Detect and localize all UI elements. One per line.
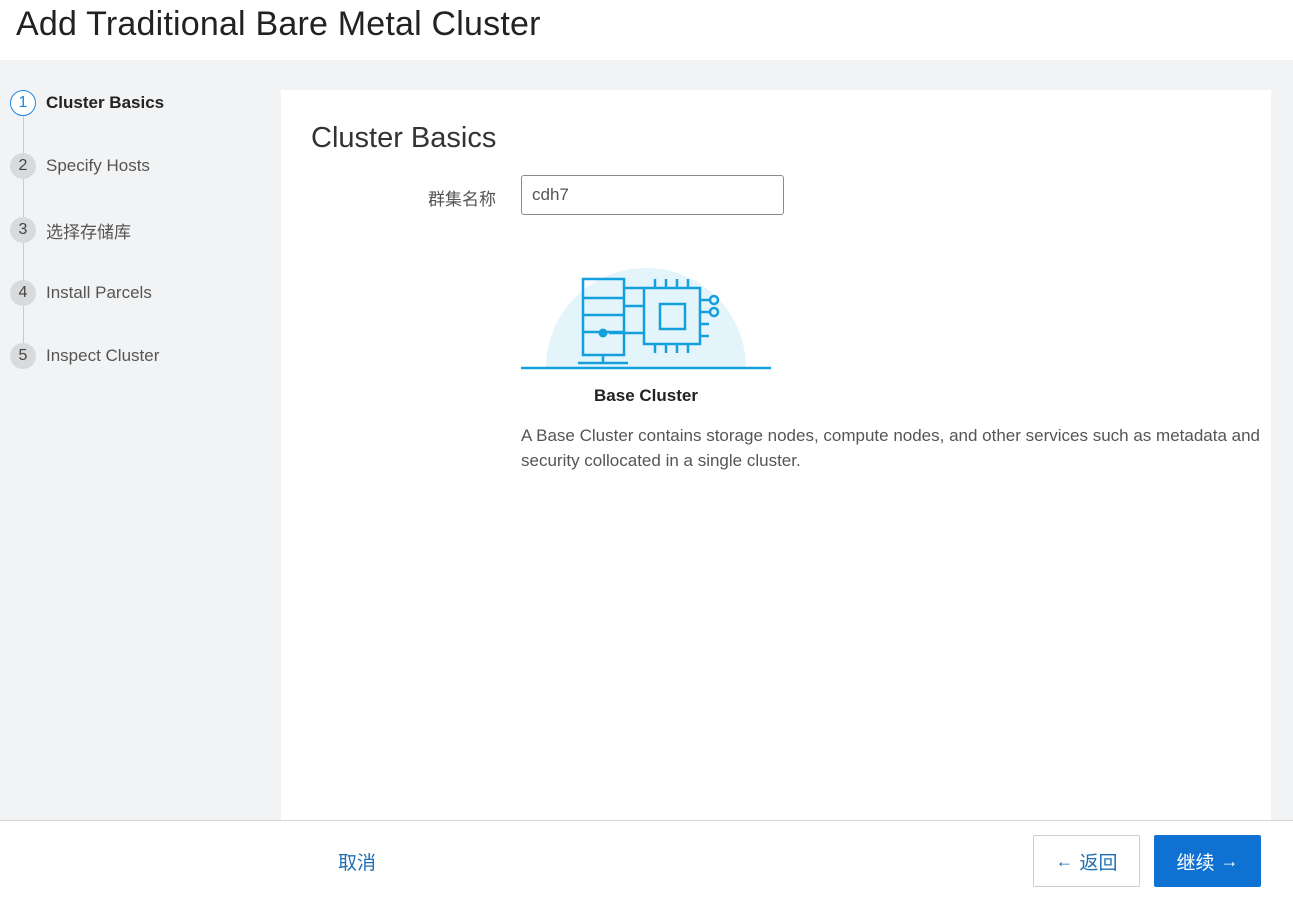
step-specify-hosts[interactable]: 2 Specify Hosts (10, 153, 150, 179)
step-number: 4 (10, 280, 36, 306)
base-cluster-card[interactable] (521, 242, 773, 372)
step-number: 1 (10, 90, 36, 116)
step-label: Inspect Cluster (46, 346, 160, 365)
step-select-repository[interactable]: 3 选择存储库 (10, 217, 131, 243)
step-number: 3 (10, 217, 36, 243)
panel-title: Cluster Basics (311, 122, 497, 154)
back-button[interactable]: ← 返回 (1033, 835, 1140, 887)
continue-button-label: 继续 (1176, 852, 1215, 874)
continue-button[interactable]: 继续 → (1154, 835, 1261, 887)
arrow-right-icon: → (1220, 850, 1239, 871)
card-title: Base Cluster (594, 386, 698, 405)
step-cluster-basics[interactable]: 1 Cluster Basics (10, 90, 164, 116)
server-cpu-illustration-icon (521, 268, 771, 370)
step-inspect-cluster[interactable]: 5 Inspect Cluster (10, 343, 159, 369)
cluster-basics-panel: Cluster Basics 群集名称 cdh7 Base Cluster A … (281, 90, 1271, 820)
arrow-left-icon: ← (1055, 850, 1074, 871)
step-number: 5 (10, 343, 36, 369)
step-label: 选择存储库 (46, 222, 131, 242)
card-description: A Base Cluster contains storage nodes, c… (521, 426, 1260, 470)
page-title: Add Traditional Bare Metal Cluster (16, 5, 541, 43)
step-label: Specify Hosts (46, 156, 150, 175)
cluster-name-input[interactable] (521, 175, 784, 215)
back-button-label: 返回 (1079, 852, 1118, 874)
cancel-link[interactable]: 取消 (338, 848, 376, 875)
cluster-name-label: 群集名称 (428, 190, 496, 209)
step-label: Cluster Basics (46, 93, 165, 112)
footer-bar: 取消 ← 返回 继续 → (0, 820, 1293, 897)
page-header: Add Traditional Bare Metal Cluster (0, 0, 1293, 60)
step-number: 2 (10, 153, 36, 179)
step-install-parcels[interactable]: 4 Install Parcels (10, 280, 152, 306)
step-label: Install Parcels (46, 283, 152, 302)
